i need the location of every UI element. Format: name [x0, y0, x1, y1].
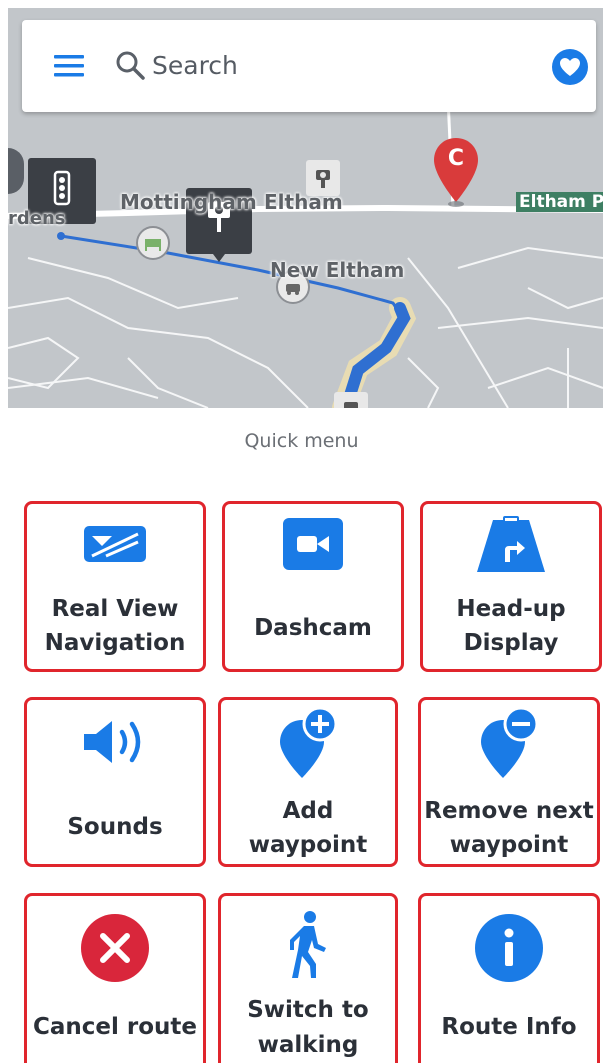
real-view-navigation-button[interactable]: Real View Navigation — [24, 501, 206, 672]
map-label-eltham-park: Eltham P — [516, 192, 603, 212]
tile-label-line1: Dashcam — [254, 615, 372, 641]
head-up-display-icon — [477, 516, 545, 572]
remove-waypoint-icon — [481, 706, 539, 778]
tile-label-line1: Remove next — [424, 798, 594, 824]
sound-icon — [84, 721, 141, 763]
tile-label-line2: Display — [463, 630, 559, 656]
tile-label-line1: Add — [282, 798, 334, 824]
hotel-icon[interactable] — [136, 226, 170, 260]
dashcam-icon — [283, 518, 343, 570]
sounds-button[interactable]: Sounds — [24, 697, 206, 867]
tile-label-line2: waypoint — [449, 832, 569, 858]
tile-label-line1: Real View — [51, 596, 179, 622]
real-view-icon — [84, 526, 146, 562]
tile-label-line2: waypoint — [248, 832, 368, 858]
camera-poi-icon-bottom[interactable] — [334, 392, 368, 408]
hamburger-menu-icon[interactable] — [54, 54, 84, 78]
switch-to-walking-button[interactable]: Switch to walking — [218, 893, 398, 1063]
favorite-heart-icon[interactable] — [552, 49, 588, 85]
tile-label-line2: Navigation — [44, 630, 186, 656]
route-info-button[interactable]: Route Info — [418, 893, 600, 1063]
search-icon — [116, 51, 145, 80]
tile-label-line1: Switch to — [247, 997, 369, 1023]
map-label-gardens: rdens — [8, 208, 66, 229]
tile-label-line1: Head-up — [456, 596, 566, 622]
map-label-eltham: Eltham — [264, 190, 343, 214]
search-input[interactable]: Search — [152, 50, 238, 82]
map-label-new-eltham: New Eltham — [270, 258, 405, 282]
tile-label-line2: walking — [257, 1032, 359, 1058]
add-waypoint-button[interactable]: Add waypoint — [218, 697, 398, 867]
quick-menu-title: Quick menu — [244, 430, 359, 452]
tile-label-line1: Cancel route — [32, 1014, 197, 1040]
map-label-mottingham: Mottingham — [120, 190, 257, 214]
add-waypoint-icon — [280, 706, 338, 778]
remove-next-waypoint-button[interactable]: Remove next waypoint — [418, 697, 600, 867]
tile-label-line1: Sounds — [67, 814, 163, 840]
tile-label-line1: Route Info — [441, 1014, 577, 1040]
walking-icon — [290, 911, 326, 978]
waypoint-pin-letter: C — [447, 146, 465, 171]
cancel-icon — [81, 914, 149, 982]
search-bar[interactable]: Search — [22, 20, 596, 112]
cancel-route-button[interactable]: Cancel route — [24, 893, 206, 1063]
info-icon — [475, 914, 543, 982]
head-up-display-button[interactable]: Head-up Display — [420, 501, 602, 672]
dashcam-button[interactable]: Dashcam — [222, 501, 404, 672]
